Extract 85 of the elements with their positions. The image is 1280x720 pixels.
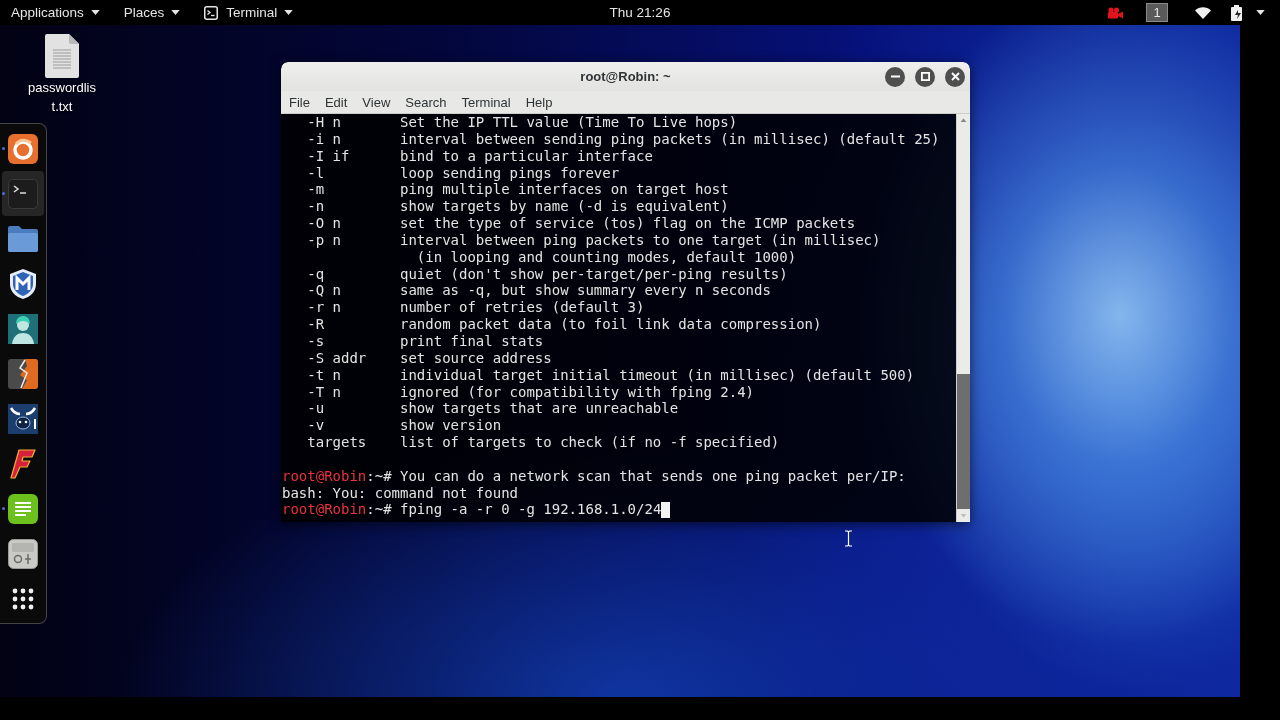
option-description: show targets by name (-d is equivalent) (400, 198, 729, 216)
caret-icon (1256, 10, 1265, 15)
folder-icon (8, 223, 38, 254)
menu-item[interactable]: File (281, 91, 318, 113)
menu-item[interactable]: Search (397, 91, 454, 113)
scrollbar[interactable] (956, 114, 970, 522)
option-flag-label: -p n (307, 231, 341, 249)
command-text: You can do a network scan that sends one ping packet per/IP: (400, 467, 906, 485)
option-description: bind to a particular interface (400, 147, 653, 165)
option-flag-label: -q (307, 265, 325, 283)
shell-prompt: root@Robin:~# (282, 467, 392, 485)
option-description: set source address (400, 349, 552, 367)
prompt-window-icon (204, 5, 219, 20)
top-menu[interactable]: Places (123, 2, 181, 23)
option-description: ignored (for compatibility with fping 2.4) (400, 383, 754, 401)
option-description: interval between sending ping packets (in millisec) (default 25) (400, 130, 940, 148)
option-flag-label: -u (307, 400, 325, 418)
option-flag-label: -l (307, 164, 325, 182)
swirl-tile-icon (8, 133, 38, 164)
option-description: loop sending pings forever (400, 164, 620, 182)
option-flag-label: -O n (307, 215, 341, 232)
top-menu[interactable]: Terminal (204, 2, 294, 23)
option-description: quiet (don't show per-target/per-ping results) (400, 265, 788, 283)
option-flag-label: -T n (307, 383, 341, 401)
option-description: number of retries (default 3) (400, 299, 645, 317)
caret-icon (90, 10, 100, 15)
option-flag-label: targets (307, 434, 367, 451)
option-flag-label: -H n (307, 114, 341, 131)
option-flag-label: -r n (307, 299, 341, 317)
wifi-icon[interactable] (1195, 6, 1211, 19)
workspace-indicator[interactable]: 1 (1146, 3, 1168, 22)
clock-label[interactable]: Thu 21:26 (609, 5, 671, 20)
f-logo-icon (8, 448, 38, 479)
menu-item[interactable]: Terminal (454, 91, 519, 113)
option-description: same as -q, but show summary every n seconds (400, 282, 771, 300)
battery-icon[interactable] (1230, 4, 1244, 21)
top-menu[interactable]: Applications (11, 2, 100, 23)
option-flag-label: -n (307, 198, 325, 216)
option-flag-label: -v (307, 417, 325, 435)
lines-tile-icon (8, 493, 38, 524)
minimize-button[interactable] (885, 66, 905, 87)
menu-item[interactable]: Edit (317, 91, 355, 113)
option-flag-label: -R (307, 316, 325, 333)
option-description: ping multiple interfaces on target host (400, 181, 729, 199)
menu-item[interactable]: View (354, 91, 398, 113)
option-description: show version (400, 417, 502, 435)
option-flag-label: -I if (307, 147, 350, 165)
option-description: show targets that are unreachable (400, 400, 679, 418)
option-description: random packet data (to foil link data compression) (400, 316, 822, 333)
command-text: fping -a -r 0 -g 192.168.1.0/24 (400, 501, 662, 519)
option-description: interval between ping packets to one target (in millisec) (400, 231, 881, 249)
maximize-button[interactable] (915, 66, 935, 87)
option-flag-label: -m (307, 181, 325, 199)
caret-icon (171, 10, 181, 15)
option-description: Set the IP TTL value (Time To Live hops) (400, 114, 738, 131)
ibeam-cursor-icon (844, 530, 853, 547)
shell-prompt: root@Robin:~# (282, 501, 392, 519)
caret-icon (284, 10, 294, 15)
prompt-tile-icon (8, 178, 38, 209)
scrollbar-thumb[interactable] (957, 374, 970, 509)
option-description: set the type of service (tos) flag on the ICMP packets (400, 215, 856, 232)
horns-tile-icon (8, 403, 38, 434)
option-description: individual target initial timeout (in millisec) (default 500) (400, 366, 915, 384)
option-description: (in looping and counting modes, default 1000) (416, 248, 797, 266)
option-description: list of targets to check (if no -f specified) (400, 434, 780, 451)
shield-icon (8, 268, 38, 299)
silhouette-tile-icon (8, 313, 38, 344)
file-name-label[interactable]: passwordlist.txt (27, 78, 97, 116)
option-flag-label: -s (307, 332, 325, 350)
close-button[interactable] (945, 66, 965, 87)
maximize-icon (920, 72, 930, 81)
document-icon[interactable] (45, 34, 79, 78)
camera-icon[interactable] (1106, 6, 1123, 19)
window-title: root@Robin: ~ (580, 69, 671, 84)
option-flag-label: -i n (307, 130, 341, 148)
option-flag-label: -t n (307, 366, 341, 384)
close-icon (950, 72, 960, 81)
zigzag-tile-icon (8, 358, 38, 389)
output-text: bash: You: command not found (282, 484, 518, 502)
control-panel-icon (8, 538, 38, 569)
option-flag-label: -S addr (307, 349, 367, 367)
option-flag-label: -Q n (307, 282, 341, 300)
app-grid-icon (12, 587, 34, 610)
menu-item[interactable]: Help (518, 91, 560, 113)
option-description: print final stats (400, 332, 544, 350)
